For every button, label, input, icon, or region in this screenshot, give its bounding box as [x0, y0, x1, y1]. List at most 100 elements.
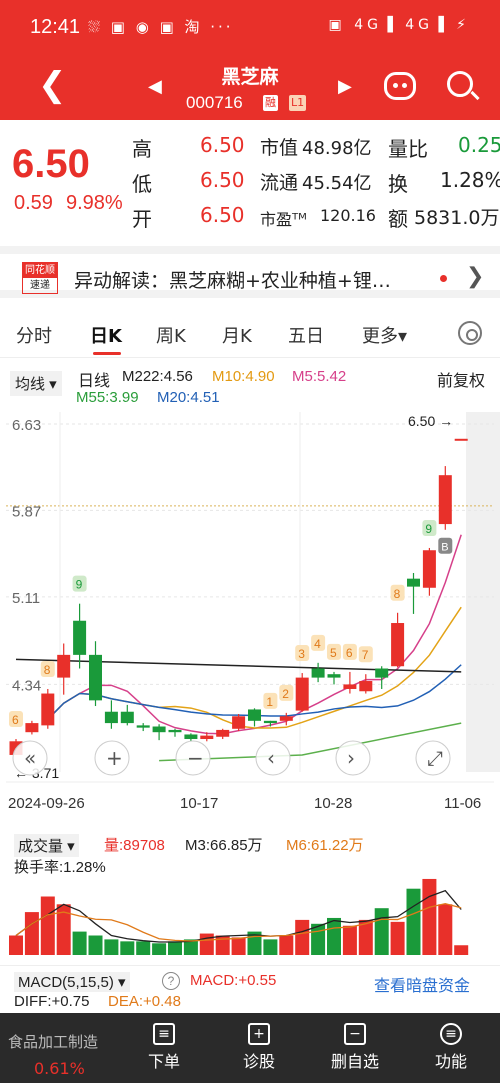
candle-body — [136, 725, 150, 728]
low-label: 低 — [132, 172, 152, 196]
bottom-toolbar: 食品加工制造 0.61% ≡ 下单 + 诊股 − 删自选 ≡ 功能 — [0, 1013, 500, 1083]
candle-body — [279, 716, 293, 721]
right-margin-band — [466, 412, 500, 772]
chart-settings-icon[interactable] — [458, 321, 482, 345]
logo-top-text: 同花顺 — [23, 263, 57, 278]
chevron-right-icon[interactable]: ❯ — [466, 264, 484, 289]
candle-body — [232, 716, 246, 729]
volume-m3: M3:66.85万 — [185, 837, 263, 854]
b-marker-label: B — [441, 542, 448, 554]
volume-bar — [390, 921, 405, 955]
zoom-control-icon: « — [24, 746, 36, 770]
indicator-select[interactable]: 均线 ▾ — [10, 371, 62, 396]
volume-bar — [24, 912, 39, 955]
volume-bar — [406, 888, 421, 955]
functions-button[interactable]: ≡ 功能 — [421, 1023, 481, 1072]
volume-bar — [104, 939, 119, 955]
tab-weekly-k[interactable]: 周K — [156, 322, 186, 348]
help-icon[interactable]: ? — [162, 972, 180, 990]
volume-bar — [438, 904, 453, 955]
robot-assistant-icon[interactable] — [384, 72, 416, 100]
volume-bar — [152, 943, 167, 955]
margin-tag: 融 — [263, 95, 278, 111]
status-bar: 12:41 ⛆ ▣ ◉ ▣ 淘 ··· ▣ 4G▐ 4G▐ ⚡ — [0, 0, 500, 56]
candle-body — [438, 475, 452, 525]
kline-chart[interactable]: 6.635.875.114.34689123456789B6.50 →← 3.7… — [0, 412, 500, 812]
clock: 12:41 — [30, 16, 81, 38]
volume-bar — [72, 931, 87, 955]
volume-bar — [136, 941, 151, 955]
price-adjust-label[interactable]: 前复权 — [437, 367, 485, 391]
functions-icon: ≡ — [440, 1023, 462, 1045]
zoom-control-icon: + — [106, 746, 123, 770]
y-tick-label: 4.34 — [12, 677, 41, 694]
x-tick-label: 10-17 — [180, 795, 218, 812]
nav-bar: ❮ ◀ 黑芝麻 000716 融 L1 ▶ — [0, 56, 500, 120]
candle-body — [152, 726, 166, 733]
badge-label: 1 — [266, 695, 273, 709]
diagnose-label: 诊股 — [242, 1052, 275, 1071]
last-price: 6.50 — [12, 142, 90, 186]
volume-bar — [231, 937, 246, 955]
zoom-control-icon: − — [187, 746, 204, 770]
tab-monthly-k[interactable]: 月K — [222, 322, 252, 348]
tab-more[interactable]: 更多▾ — [362, 322, 407, 348]
amount-label: 额 — [388, 207, 408, 231]
tonghuashun-logo: 同花顺 速递 — [22, 262, 58, 294]
diagnose-icon: + — [248, 1023, 270, 1045]
stock-code: 000716 — [186, 93, 243, 112]
tab-five-day[interactable]: 五日 — [288, 322, 324, 348]
turnover-value: 1.28% — [440, 168, 500, 192]
macd-select[interactable]: MACD(5,15,5) ▾ — [14, 972, 130, 992]
badge-label: 9 — [76, 578, 83, 592]
candle-body — [73, 620, 87, 655]
signal-battery-icons: ▣ 4G▐ 4G▐ ⚡ — [328, 17, 470, 33]
macd-value: MACD:+0.55 — [190, 972, 277, 989]
quote-panel: 6.50 0.59 9.98% 高 6.50 低 6.50 开 6.50 市值 … — [0, 120, 500, 240]
candle-body — [343, 684, 357, 689]
x-tick-label: 2024-09-26 — [8, 795, 85, 812]
ma5-value: M5:5.42 — [292, 368, 347, 385]
ma-legend: 均线 ▾ 日线 M222:4.56 M10:4.90 M5:5.42 M55:3… — [0, 365, 500, 406]
zoom-control-icon: › — [347, 746, 355, 770]
volume-bar — [422, 878, 437, 955]
open-label: 开 — [132, 207, 152, 231]
ma20-value: M20:4.51 — [157, 389, 220, 406]
volume-bars — [9, 878, 469, 955]
candle-body — [327, 674, 341, 678]
order-button[interactable]: ≡ 下单 — [134, 1023, 194, 1072]
volume-bar — [454, 945, 469, 955]
candle-body — [184, 734, 198, 740]
search-icon[interactable] — [447, 71, 473, 97]
news-banner[interactable]: 同花顺 速递 异动解读：黑芝麻糊+农业种植+锂… ❯ — [0, 246, 500, 298]
tab-daily-k[interactable]: 日K — [90, 322, 122, 348]
y-tick-label: 6.63 — [12, 417, 41, 434]
logo-bottom-text: 速递 — [30, 280, 50, 291]
badge-label: 5 — [330, 646, 337, 660]
remove-watchlist-button[interactable]: − 删自选 — [325, 1023, 385, 1072]
order-icon: ≡ — [153, 1023, 175, 1045]
volume-bar — [88, 935, 103, 955]
volume-select[interactable]: 成交量 ▾ — [14, 834, 79, 857]
volume-bar — [279, 935, 294, 955]
candle-body — [407, 578, 420, 587]
badge-label: 7 — [362, 648, 369, 662]
order-label: 下单 — [147, 1052, 180, 1071]
industry-change: 0.61% — [34, 1059, 85, 1078]
volume-bar — [295, 919, 310, 955]
next-stock-icon[interactable]: ▶ — [338, 76, 352, 97]
industry-name[interactable]: 食品加工制造 — [8, 1031, 98, 1052]
diagnose-button[interactable]: + 诊股 — [229, 1023, 289, 1072]
turnover-rate: 换手率:1.28% — [14, 859, 106, 876]
tab-intraday[interactable]: 分时 — [16, 322, 52, 348]
candle-body — [25, 723, 39, 733]
news-headline[interactable]: 异动解读：黑芝麻糊+农业种植+锂… — [74, 266, 434, 293]
float-label: 流通 — [260, 172, 299, 194]
period-tabs: 分时 日K 周K 月K 五日 更多▾ — [0, 310, 500, 358]
line-type-label: 日线 — [78, 373, 111, 390]
badge-label: 9 — [425, 522, 432, 536]
volume-bar — [120, 941, 135, 955]
hidden-funds-link[interactable]: 查看暗盘资金 — [374, 972, 470, 996]
amount-value: 5831.0万 — [414, 207, 500, 229]
high-label: 高 — [132, 137, 152, 161]
